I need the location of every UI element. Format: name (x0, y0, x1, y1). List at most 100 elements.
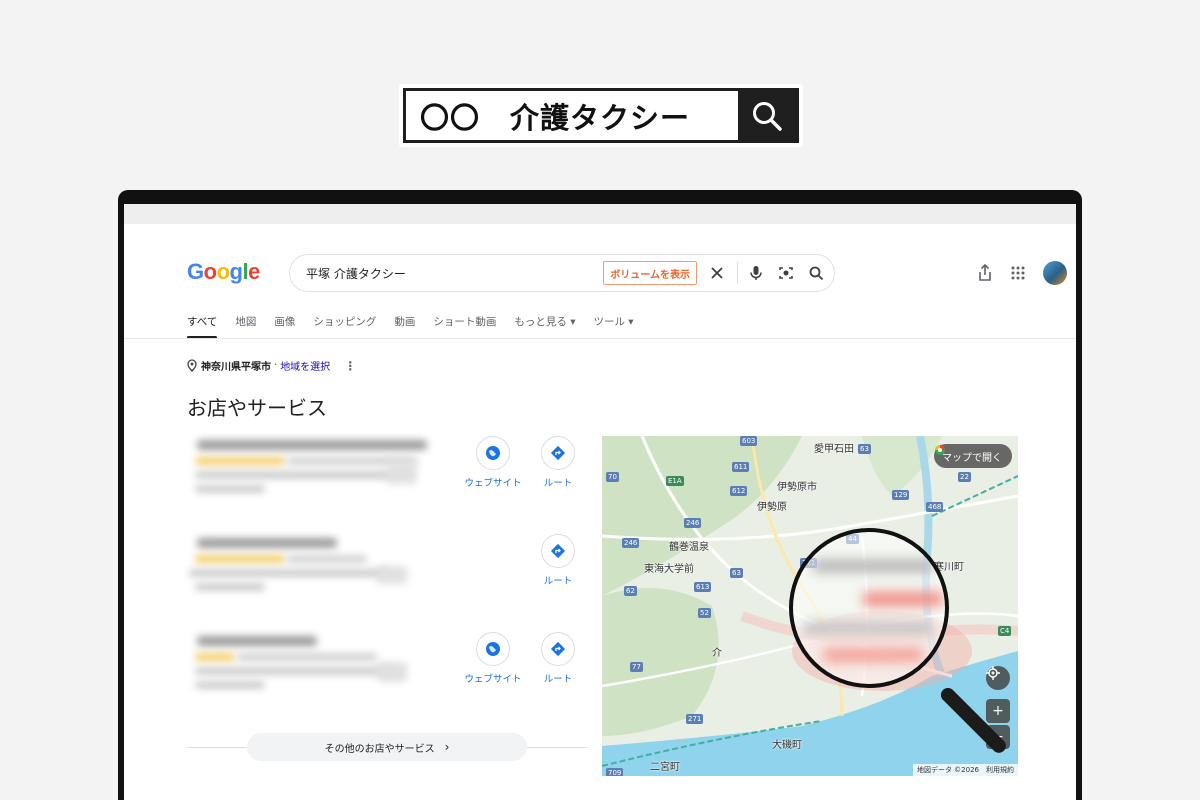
location-pin-icon (187, 359, 197, 372)
route-badge: 271 (686, 714, 704, 724)
globe-icon (476, 632, 510, 666)
blurred-thumb (377, 662, 407, 682)
magnifier-lens (789, 528, 949, 688)
map-label: 介 (712, 648, 722, 659)
tab-more[interactable]: もっと見る ▾ (514, 314, 575, 339)
globe-icon (476, 436, 510, 470)
my-location-icon[interactable] (986, 666, 1010, 690)
open-in-maps-button[interactable]: マップで開く (934, 444, 1012, 468)
map-label: 二宮町 (650, 762, 680, 773)
directions-icon (541, 534, 575, 568)
map-label: 伊勢原 (757, 502, 787, 513)
route-badge: 246 (684, 518, 702, 528)
directions-icon (541, 436, 575, 470)
tab-maps[interactable]: 地図 (235, 314, 256, 339)
list-item[interactable]: ウェブサイト ルート (187, 632, 587, 712)
website-label: ウェブサイト (464, 674, 522, 685)
route-badge: 603 (740, 436, 758, 446)
map-label: 東海大学前 (644, 564, 694, 575)
select-region-link[interactable]: 地域を選択 (280, 358, 330, 373)
open-in-maps-label: マップで開く (942, 452, 1002, 464)
map-attribution: 地図データ ©2026 利用規約 (912, 764, 1018, 776)
route-badge: 611 (732, 462, 750, 472)
search-input[interactable]: 平塚 介護タクシー (306, 265, 603, 282)
chevron-right-icon: › (444, 740, 450, 754)
search-tabs: すべて 地図 画像 ショッピング 動画 ショート動画 もっと見る ▾ ツール ▾ (187, 314, 634, 339)
map-label: 愛甲石田 (814, 444, 854, 455)
browser-screen: Google 平塚 介護タクシー ボリュームを表示 すべて 地図 画像 ショッピ… (124, 204, 1076, 800)
route-badge: 77 (630, 662, 643, 672)
share-icon[interactable] (974, 262, 996, 284)
search-divider (737, 262, 738, 284)
blurred-rating (195, 654, 235, 660)
more-places-button[interactable]: その他のお店やサービス › (247, 733, 527, 761)
route-badge: 612 (730, 486, 748, 496)
route-badge: C4 (998, 626, 1012, 636)
more-places-label: その他のお店やサービス (324, 743, 435, 755)
route-badge: 613 (694, 582, 712, 592)
search-bar[interactable]: 平塚 介護タクシー ボリュームを表示 (289, 254, 835, 292)
magnified-blur (823, 648, 923, 662)
location-name: 神奈川県平塚市 (201, 362, 271, 373)
tab-videos[interactable]: 動画 (394, 314, 415, 339)
directions-button[interactable]: ルート (523, 534, 593, 587)
route-badge: 709 (606, 768, 624, 776)
zoom-in-button[interactable]: + (986, 699, 1010, 723)
website-button[interactable]: ウェブサイト (458, 436, 528, 489)
directions-icon (541, 632, 575, 666)
tab-short-videos[interactable]: ショート動画 (433, 314, 496, 339)
route-badge: 246 (622, 538, 640, 548)
route-badge: 70 (606, 472, 619, 482)
location-line: 神奈川県平塚市 · 地域を選択 ⋮ (187, 358, 356, 373)
magnified-blur (803, 622, 933, 634)
hero-search-box: 〇〇 介護タクシー (399, 84, 803, 147)
avatar[interactable] (1043, 261, 1067, 285)
blurred-address (189, 570, 389, 576)
tab-images[interactable]: 画像 (274, 314, 295, 339)
website-button[interactable]: ウェブサイト (458, 632, 528, 685)
route-badge: 468 (926, 502, 944, 512)
clear-icon[interactable] (705, 261, 729, 285)
blurred-thumb (377, 566, 407, 584)
tab-shopping[interactable]: ショッピング (313, 314, 376, 339)
browser-top-bar (124, 204, 1076, 224)
list-item[interactable]: ルート (187, 534, 587, 614)
maps-pin-icon (935, 445, 945, 455)
more-options-icon[interactable]: ⋮ (344, 359, 356, 373)
map-label: 伊勢原市 (777, 482, 817, 493)
hero-search-query: 〇〇 介護タクシー (420, 100, 691, 135)
blurred-reviews (287, 556, 367, 562)
blurred-business-name (197, 636, 317, 646)
route-badge: 129 (892, 490, 910, 500)
device-frame: Google 平塚 介護タクシー ボリュームを表示 すべて 地図 画像 ショッピ… (118, 190, 1082, 800)
directions-button[interactable]: ルート (523, 632, 593, 685)
camera-search-icon[interactable] (774, 261, 798, 285)
blurred-rating (195, 556, 285, 562)
google-logo[interactable]: Google (187, 259, 260, 285)
route-badge: 22 (958, 472, 971, 482)
blurred-thumb (387, 462, 417, 484)
section-title: お店やサービス (187, 396, 327, 420)
microphone-icon[interactable] (744, 261, 768, 285)
route-badge: 63 (858, 444, 871, 454)
route-badge: 52 (698, 608, 711, 618)
tab-tools[interactable]: ツール ▾ (593, 314, 633, 339)
list-item[interactable]: ウェブサイト ルート (187, 436, 587, 516)
website-label: ウェブサイト (464, 478, 522, 489)
directions-label: ルート (543, 478, 573, 489)
blurred-business-name (197, 538, 337, 548)
blurred-hours (195, 486, 265, 492)
directions-button[interactable]: ルート (523, 436, 593, 489)
map-label: 大磯町 (772, 740, 802, 751)
tab-all[interactable]: すべて (187, 314, 218, 339)
apps-grid-icon[interactable] (1007, 262, 1029, 284)
search-icon[interactable] (804, 261, 828, 285)
map-label: 鶴巻温泉 (669, 542, 709, 553)
hero-search-frame: 〇〇 介護タクシー (403, 88, 799, 143)
blurred-business-name (197, 440, 427, 450)
directions-label: ルート (543, 674, 573, 685)
route-badge: E1A (666, 476, 684, 486)
route-badge: 63 (730, 568, 743, 578)
blurred-reviews (237, 654, 377, 660)
volume-button[interactable]: ボリュームを表示 (603, 261, 697, 285)
